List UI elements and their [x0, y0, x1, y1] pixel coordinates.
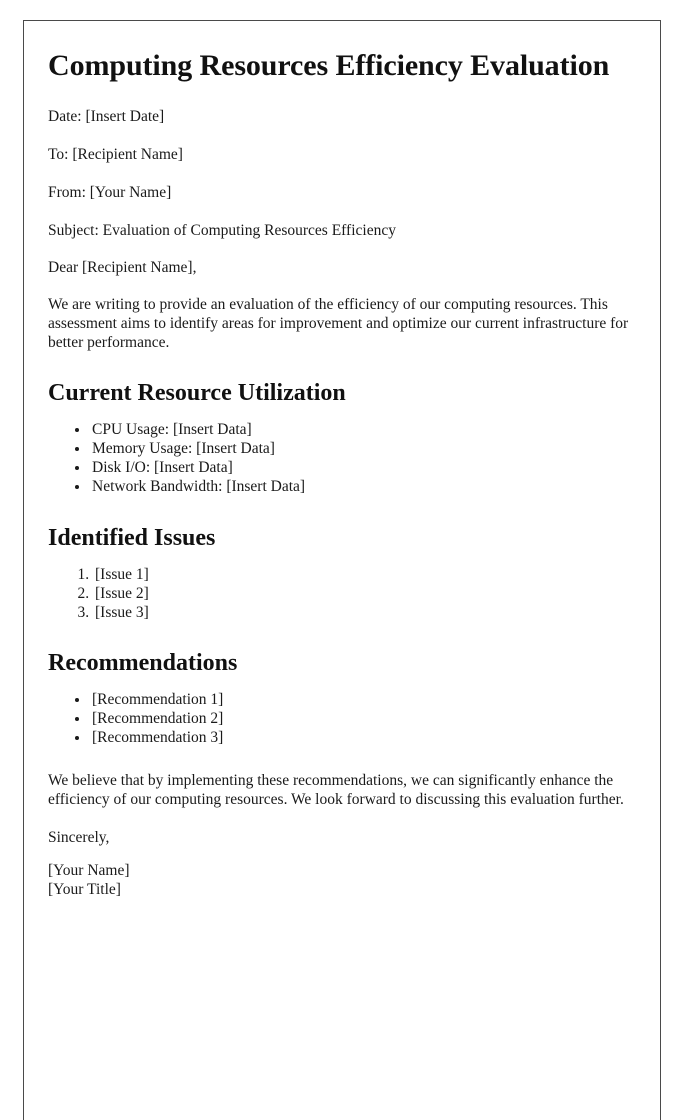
meta-date-line: Date: [Insert Date]	[48, 107, 165, 125]
section-heading-current-resource-utilization: Current Resource Utilization	[48, 380, 346, 407]
list-item: [Issue 2]	[93, 585, 633, 604]
list-item: [Recommendation 2]	[90, 710, 633, 729]
list-item: [Issue 3]	[93, 604, 633, 623]
document-page: Computing Resources Efficiency Evaluatio…	[23, 20, 661, 1120]
resource-utilization-list: CPU Usage: [Insert Data] Memory Usage: […	[48, 421, 633, 497]
page-title: Computing Resources Efficiency Evaluatio…	[48, 49, 610, 82]
list-item: Network Bandwidth: [Insert Data]	[90, 478, 633, 497]
intro-paragraph: We are writing to provide an evaluation …	[48, 296, 629, 351]
signature-title: [Your Title]	[48, 881, 121, 899]
section-heading-identified-issues: Identified Issues	[48, 524, 216, 551]
recommendations-list: [Recommendation 1] [Recommendation 2] [R…	[48, 691, 633, 748]
list-item: Memory Usage: [Insert Data]	[90, 440, 633, 459]
list-item: Disk I/O: [Insert Data]	[90, 459, 633, 478]
salutation: Dear [Recipient Name],	[48, 259, 197, 277]
meta-from-line: From: [Your Name]	[48, 183, 172, 201]
signature-spacer	[48, 815, 633, 829]
signature-name: [Your Name]	[48, 862, 130, 880]
meta-to-line: To: [Recipient Name]	[48, 145, 183, 163]
section-heading-recommendations: Recommendations	[48, 650, 238, 677]
document-body: Computing Resources Efficiency Evaluatio…	[24, 21, 660, 900]
signature-spacer-2	[48, 848, 633, 862]
list-item: [Recommendation 1]	[90, 691, 633, 710]
list-item: [Recommendation 3]	[90, 729, 633, 748]
list-item: CPU Usage: [Insert Data]	[90, 421, 633, 440]
closing-paragraph: We believe that by implementing these re…	[48, 772, 624, 808]
signoff: Sincerely,	[48, 829, 110, 847]
list-item: [Issue 1]	[93, 566, 633, 585]
meta-subject-line: Subject: Evaluation of Computing Resourc…	[48, 221, 396, 239]
identified-issues-list: [Issue 1] [Issue 2] [Issue 3]	[48, 566, 633, 623]
